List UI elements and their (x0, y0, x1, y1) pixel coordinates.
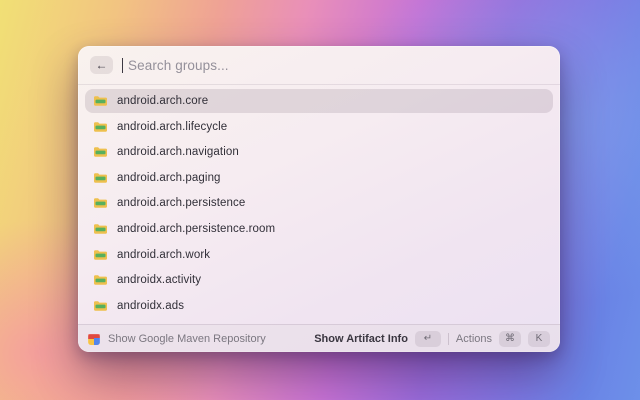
maven-repository-icon (88, 333, 100, 345)
primary-action-label[interactable]: Show Artifact Info (314, 333, 408, 345)
folder-icon (93, 223, 108, 235)
folder-icon (93, 172, 108, 184)
list-item[interactable]: androidx.ads (85, 294, 553, 318)
footer-bar: Show Google Maven Repository Show Artifa… (78, 324, 560, 352)
back-arrow-icon: ← (95, 58, 108, 72)
group-name: android.arch.lifecycle (117, 120, 228, 133)
source-label: Show Google Maven Repository (108, 332, 266, 345)
folder-icon (93, 121, 108, 133)
group-name: androidx.activity (117, 274, 202, 287)
list-item[interactable]: android.arch.paging (85, 166, 553, 190)
folder-icon (93, 249, 108, 261)
list-item[interactable]: android.arch.work (85, 243, 553, 267)
k-key-badge[interactable]: K (528, 330, 550, 347)
footer-actions: Show Artifact Info ↵ Actions ⌘ K (314, 330, 550, 347)
group-name: android.arch.navigation (117, 146, 239, 159)
group-name: android.arch.paging (117, 171, 221, 184)
group-list: android.arch.core android.arch.lifecycle (78, 85, 560, 324)
footer-divider (447, 332, 449, 345)
folder-icon (93, 300, 108, 312)
enter-key-badge[interactable]: ↵ (414, 330, 441, 347)
group-name: androidx.ads (117, 299, 185, 312)
actions-label[interactable]: Actions (456, 333, 492, 345)
folder-icon (93, 95, 108, 107)
folder-icon (93, 197, 108, 209)
list-item[interactable]: android.arch.core (85, 89, 553, 113)
group-name: android.arch.persistence.room (117, 222, 276, 235)
launcher-window: ← Search groups... android.arch.core and… (78, 46, 560, 352)
text-cursor (122, 57, 123, 73)
search-bar: ← Search groups... (78, 46, 560, 85)
command-key-badge[interactable]: ⌘ (499, 330, 521, 347)
search-input[interactable]: Search groups... (128, 58, 229, 73)
list-item[interactable]: android.arch.lifecycle (85, 115, 553, 139)
group-name: android.arch.persistence (117, 197, 246, 210)
list-item[interactable]: androidx.activity (85, 268, 553, 292)
folder-icon (93, 146, 108, 158)
list-item[interactable]: android.arch.persistence (85, 191, 553, 215)
back-button[interactable]: ← (90, 56, 113, 74)
list-item[interactable]: android.arch.navigation (85, 140, 553, 164)
group-name: android.arch.work (117, 248, 211, 261)
folder-icon (93, 274, 108, 286)
group-name: android.arch.core (117, 95, 209, 107)
list-item[interactable]: android.arch.persistence.room (85, 217, 553, 241)
